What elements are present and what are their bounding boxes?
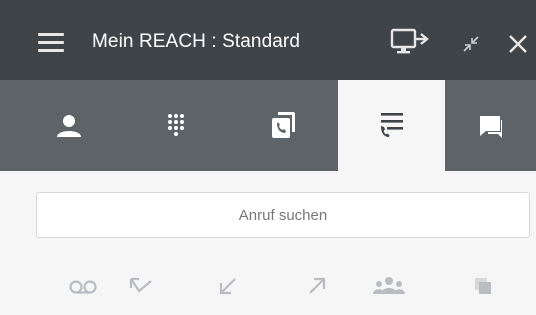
chat-icon: [479, 115, 502, 138]
app-window: Mein REACH : Standard: [0, 0, 536, 315]
call-filter-bar: [0, 271, 536, 301]
tab-bar: [0, 80, 536, 171]
outgoing-call-icon: [309, 277, 326, 294]
copy-icon: [475, 278, 491, 294]
search-input[interactable]: [36, 192, 530, 238]
title-bar: Mein REACH : Standard: [0, 0, 536, 80]
tab-phone-copy[interactable]: [229, 80, 336, 171]
missed-call-icon: [129, 277, 152, 293]
close-icon[interactable]: [507, 33, 529, 55]
person-icon: [56, 114, 81, 137]
filter-copy[interactable]: [463, 271, 503, 301]
filter-outgoing[interactable]: [297, 271, 337, 301]
phone-copy-icon: [271, 111, 295, 138]
tab-chat[interactable]: [445, 80, 536, 171]
window-title: Mein REACH : Standard: [92, 31, 301, 52]
minimize-icon[interactable]: [460, 33, 482, 55]
tab-contacts[interactable]: [15, 80, 122, 171]
incoming-call-icon: [219, 278, 236, 295]
monitor-transfer-icon[interactable]: [390, 27, 430, 57]
dialpad-icon: [167, 113, 184, 136]
filter-voicemail[interactable]: [63, 271, 103, 301]
filter-group[interactable]: [369, 271, 409, 301]
call-list-icon: [380, 112, 403, 137]
filter-missed[interactable]: [121, 271, 161, 301]
tab-dialpad[interactable]: [122, 80, 229, 171]
tab-call-list[interactable]: [338, 80, 445, 171]
filter-incoming[interactable]: [208, 271, 248, 301]
call-list-panel: [0, 171, 536, 315]
menu-icon[interactable]: [38, 33, 64, 53]
voicemail-icon: [69, 280, 97, 294]
group-call-icon: [373, 277, 405, 294]
